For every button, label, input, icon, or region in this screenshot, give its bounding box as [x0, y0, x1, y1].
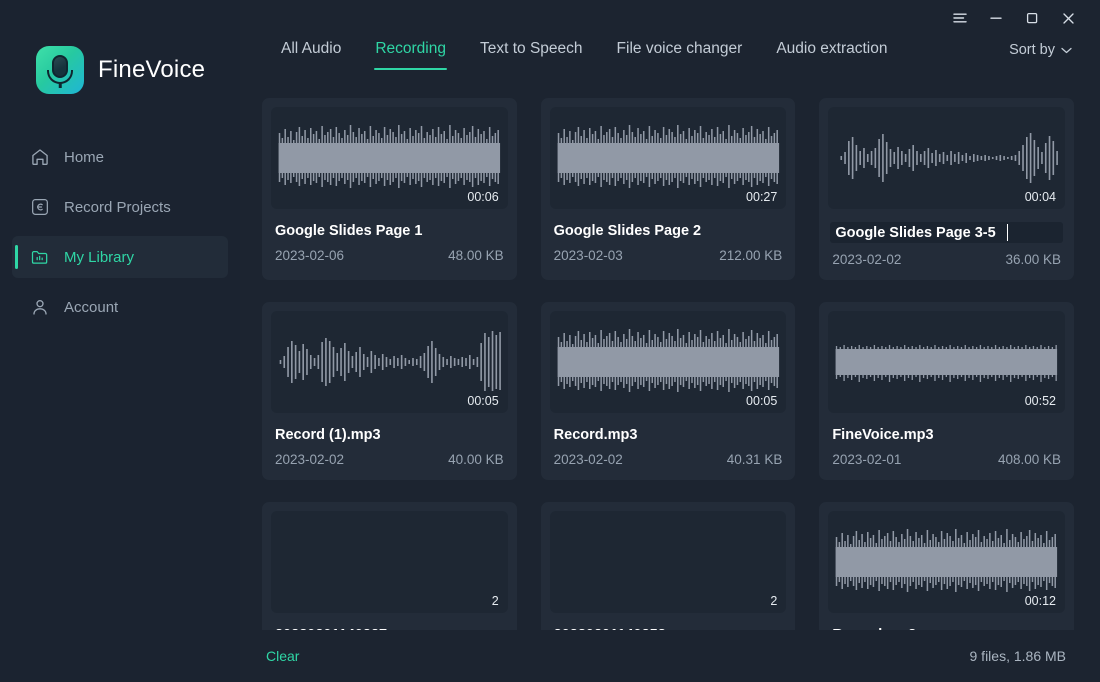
card-meta: 2023-02-02 36.00 KB: [832, 252, 1061, 267]
waveform-thumbnail[interactable]: 00:05: [549, 311, 787, 413]
sidebar-item-home[interactable]: Home: [12, 136, 228, 178]
library-folder-icon: [30, 247, 50, 267]
card-title-input[interactable]: Google Slides Page 3-5: [830, 222, 1063, 243]
audio-card[interactable]: 00:05 Record.mp3 2023-02-02 40.31 KB: [540, 302, 796, 480]
user-icon: [30, 297, 50, 317]
audio-card[interactable]: 00:52 FineVoice.mp3 2023-02-01 408.00 KB: [819, 302, 1074, 480]
file-summary: 9 files, 1.86 MB: [969, 648, 1067, 664]
card-size: 48.00 KB: [448, 248, 504, 263]
card-date: 2023-02-02: [832, 252, 902, 267]
brand: FineVoice: [0, 0, 240, 102]
waveform-thumbnail[interactable]: 00:05: [271, 311, 508, 413]
duration-badge: 00:04: [1024, 190, 1056, 204]
duration-badge: 00:06: [467, 190, 499, 204]
card-meta: 2023-02-03 212.00 KB: [554, 248, 783, 263]
audio-card[interactable]: 00:04 Google Slides Page 3-5 2023-02-02 …: [819, 98, 1074, 280]
close-icon[interactable]: [1050, 4, 1086, 32]
sort-by-dropdown[interactable]: Sort by: [1009, 42, 1072, 58]
microphone-icon: [36, 46, 84, 94]
card-size: 212.00 KB: [719, 248, 783, 263]
audio-card[interactable]: 00:06 Google Slides Page 1 2023-02-06 48…: [262, 98, 517, 280]
duration-badge: 2: [770, 594, 778, 608]
waveform-thumbnail[interactable]: 00:04: [828, 107, 1065, 209]
card-size: 408.00 KB: [997, 452, 1061, 467]
card-title[interactable]: Google Slides Page 1: [275, 223, 504, 239]
sidebar-item-record-projects[interactable]: Record Projects: [12, 186, 228, 228]
main-content: All Audio Recording Text to Speech File …: [240, 0, 1100, 682]
duration-badge: 00:05: [467, 394, 499, 408]
card-size: 40.00 KB: [448, 452, 504, 467]
library-grid: 00:06 Google Slides Page 1 2023-02-06 48…: [262, 98, 1074, 630]
card-date: 2023-02-01: [832, 452, 902, 467]
library-grid-container: 00:06 Google Slides Page 1 2023-02-06 48…: [240, 90, 1100, 630]
card-title[interactable]: Record.mp3: [554, 427, 783, 443]
card-meta: 2023-02-02 40.31 KB: [554, 452, 783, 467]
waveform-thumbnail[interactable]: 00:12: [828, 511, 1065, 613]
duration-badge: 00:12: [1024, 594, 1056, 608]
duration-badge: 00:05: [746, 394, 778, 408]
tab-text-to-speech[interactable]: Text to Speech: [463, 36, 600, 70]
card-date: 2023-02-02: [275, 452, 345, 467]
tab-recording[interactable]: Recording: [358, 36, 463, 70]
footer: Clear 9 files, 1.86 MB: [240, 630, 1100, 682]
waveform-thumbnail[interactable]: 00:27: [549, 107, 787, 209]
sidebar-item-label: Record Projects: [64, 198, 171, 216]
waveform-thumbnail[interactable]: 2: [271, 511, 508, 613]
titlebar: [240, 0, 1100, 36]
audio-card[interactable]: 2 20230201140227 2023-02-01 504.00 KB: [262, 502, 517, 630]
maximize-icon[interactable]: [1014, 4, 1050, 32]
duration-badge: 2: [491, 594, 499, 608]
tab-list: All Audio Recording Text to Speech File …: [264, 36, 904, 70]
audio-card[interactable]: 00:12 Record.mp3 2023-01-09 96.56 KB: [819, 502, 1074, 630]
card-size: 36.00 KB: [1005, 252, 1061, 267]
sidebar-item-label: My Library: [64, 248, 135, 266]
audio-card[interactable]: 00:27 Google Slides Page 2 2023-02-03 21…: [540, 98, 796, 280]
sidebar-item-account[interactable]: Account: [12, 286, 228, 328]
tab-file-voice-changer[interactable]: File voice changer: [600, 36, 760, 70]
sidebar-item-label: Home: [64, 148, 105, 166]
finevoice-window: FineVoice Home Record Projects My Librar…: [0, 0, 1100, 682]
sidebar: FineVoice Home Record Projects My Librar…: [0, 0, 240, 682]
card-meta: 2023-02-06 48.00 KB: [275, 248, 504, 263]
card-date: 2023-02-03: [553, 248, 623, 263]
card-date: 2023-02-06: [275, 248, 345, 263]
audio-card[interactable]: 2 20230201140253 2023-02-01 516.00 KB: [540, 502, 796, 630]
waveform-thumbnail[interactable]: 2: [549, 511, 787, 613]
waveform-thumbnail[interactable]: 00:06: [271, 107, 508, 209]
sidebar-item-my-library[interactable]: My Library: [12, 236, 228, 278]
waveform-empty-icon: [550, 511, 787, 613]
card-title-text: Google Slides Page 3-5: [835, 224, 996, 241]
tab-audio-extraction[interactable]: Audio extraction: [759, 36, 904, 70]
tabbar: All Audio Recording Text to Speech File …: [240, 36, 1100, 90]
waveform-thumbnail[interactable]: 00:52: [828, 311, 1065, 413]
chevron-down-icon: [1061, 42, 1072, 58]
home-icon: [30, 147, 50, 167]
tab-all-audio[interactable]: All Audio: [264, 36, 358, 70]
sort-by-label: Sort by: [1009, 42, 1055, 58]
card-title[interactable]: Record (1).mp3: [275, 427, 504, 443]
card-meta: 2023-02-01 408.00 KB: [832, 452, 1061, 467]
clear-button[interactable]: Clear: [266, 648, 299, 664]
duration-badge: 00:27: [746, 190, 778, 204]
brand-name: FineVoice: [98, 56, 206, 83]
duration-badge: 00:52: [1024, 394, 1056, 408]
text-caret: [1006, 224, 1009, 241]
card-date: 2023-02-02: [553, 452, 623, 467]
minimize-icon[interactable]: [978, 4, 1014, 32]
card-size: 40.31 KB: [726, 452, 783, 467]
waveform-empty-icon: [271, 511, 508, 613]
menu-icon[interactable]: [942, 4, 978, 32]
card-title[interactable]: Google Slides Page 2: [554, 223, 783, 239]
record-projects-icon: [30, 197, 50, 217]
audio-card[interactable]: 00:05 Record (1).mp3 2023-02-02 40.00 KB: [262, 302, 517, 480]
sidebar-item-label: Account: [64, 298, 119, 316]
card-title[interactable]: FineVoice.mp3: [832, 427, 1061, 443]
sidebar-nav: Home Record Projects My Library Account: [0, 136, 240, 328]
card-meta: 2023-02-02 40.00 KB: [275, 452, 504, 467]
